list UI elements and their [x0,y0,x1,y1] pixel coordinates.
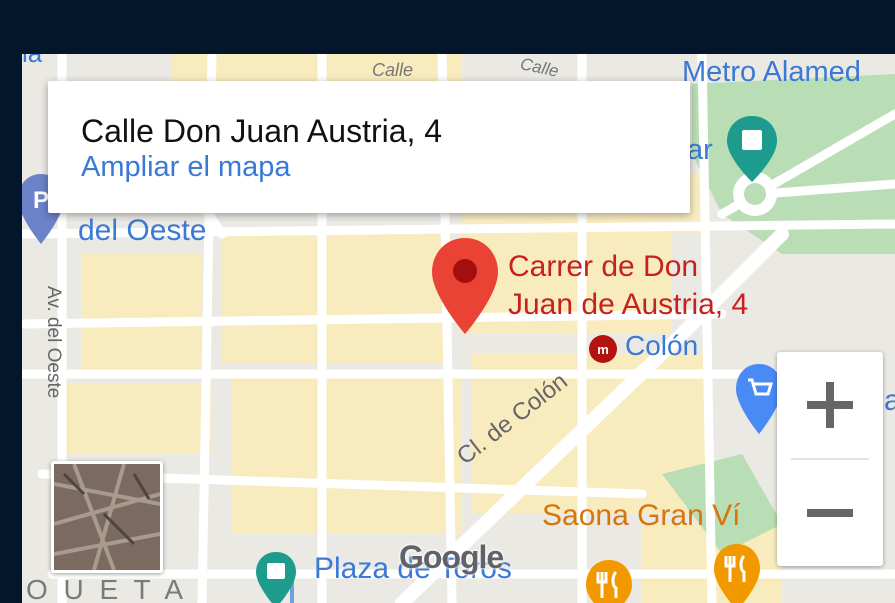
poi-label-saona: Saona Gran Ví [542,499,741,532]
area-label-del-oeste: del Oeste [78,214,207,247]
zoom-out-button[interactable] [777,460,883,566]
district-label-partial: O U E T A [26,574,188,603]
svg-text:m: m [597,342,609,357]
street-label-av-del-oeste: Av. del Oeste [43,286,64,399]
map-canvas[interactable]: Calle Calle Metro Alamed ia ar del Oeste… [22,54,895,603]
landmark-pin-icon [727,116,777,182]
metro-icon: m [589,335,617,363]
restaurant-pin-icon [714,544,760,603]
info-window-address: Calle Don Juan Austria, 4 [81,113,443,149]
metro-alameda-label: Metro Alamed [682,56,861,88]
poi-label-ar: ar [687,134,713,166]
view-larger-map-link[interactable]: Ampliar el mapa [81,151,291,184]
zoom-in-button[interactable] [777,352,883,458]
google-logo: Google [399,539,504,575]
location-marker-icon[interactable] [430,236,500,336]
satellite-toggle-thumbnail[interactable] [51,461,163,573]
marker-label-line-1: Carrer de Don [508,250,699,283]
plaza-toros-pin-icon [256,552,296,603]
svg-text:P: P [33,187,49,214]
marker-label-line-2: Juan de Austria, 4 [508,288,749,321]
satellite-thumbnail-image [54,464,160,570]
plus-icon [807,382,853,428]
info-window: Calle Don Juan Austria, 4 Ampliar el map… [48,81,690,213]
area-label-ia: ia [22,54,42,69]
zoom-controls [777,352,883,566]
metro-colon-label: Colón [625,330,699,361]
restaurant-pin-icon-2 [586,560,632,603]
minus-icon [807,509,853,517]
street-label-calle-1: Calle [372,60,414,80]
poi-label-a-partial: a [884,384,895,417]
